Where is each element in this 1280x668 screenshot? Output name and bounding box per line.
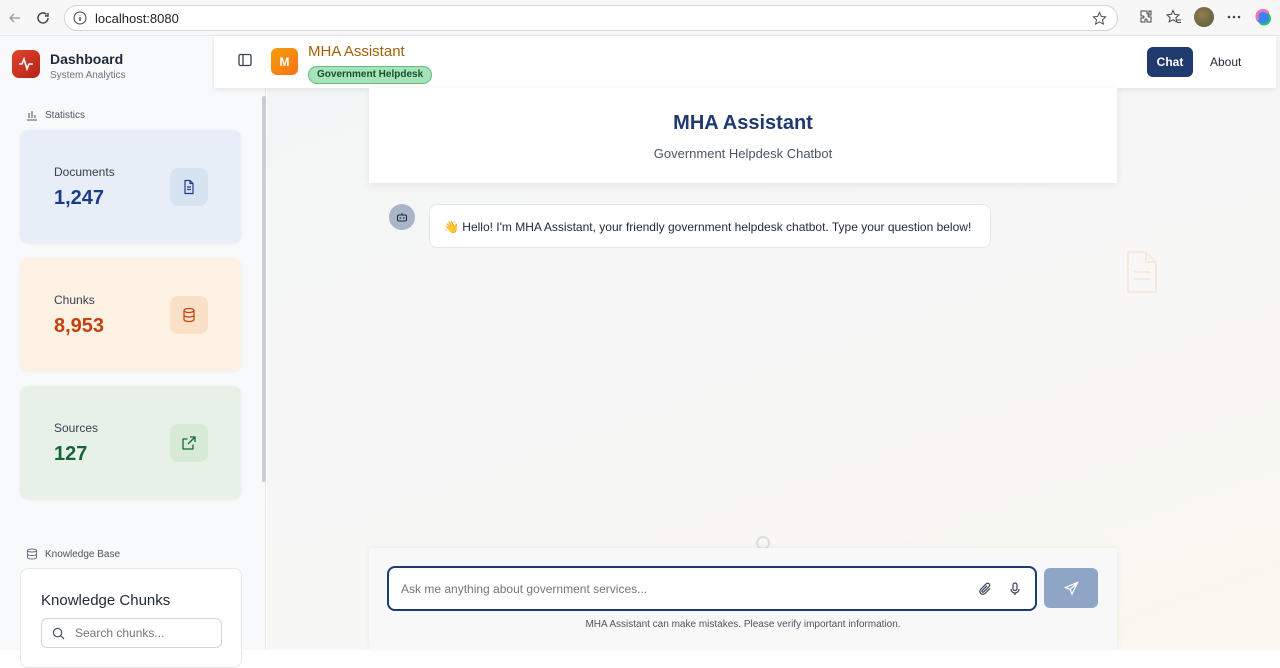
statistics-label: Statistics: [45, 109, 86, 121]
knowledge-base-heading: Knowledge Base: [26, 548, 120, 560]
url-text: localhost:8080: [95, 10, 179, 26]
more-options-icon[interactable]: [1226, 9, 1242, 25]
chat-title: MHA Assistant: [673, 112, 813, 134]
app-header: M MHA Assistant Government Helpdesk Chat…: [214, 36, 1276, 88]
knowledge-chunks-panel: Knowledge Chunks: [20, 568, 242, 668]
brand-title: Dashboard: [50, 51, 124, 67]
app-logo: M: [271, 48, 298, 75]
stat-value: 127: [54, 443, 88, 465]
app-title: MHA Assistant: [308, 43, 405, 60]
bot-message: 👋 Hello! I'm MHA Assistant, your friendl…: [429, 204, 991, 248]
back-icon[interactable]: [4, 7, 26, 29]
message-composer: MHA Assistant can make mistakes. Please …: [369, 548, 1117, 650]
statistics-heading: Statistics: [26, 109, 85, 121]
document-icon: [170, 168, 208, 206]
helpdesk-badge: Government Helpdesk: [308, 66, 433, 84]
sidebar-scrollbar[interactable]: [262, 96, 266, 482]
send-icon: [1063, 580, 1079, 596]
stat-value: 8,953: [54, 315, 105, 337]
chunk-search[interactable]: [41, 618, 222, 648]
decorative-document-icon: [1124, 250, 1160, 299]
browser-toolbar: localhost:8080: [0, 0, 1280, 36]
profile-avatar[interactable]: [1194, 7, 1214, 27]
bar-chart-icon: [27, 111, 37, 121]
message-input[interactable]: [401, 581, 961, 596]
chat-header-card: MHA Assistant Government Helpdesk Chatbo…: [369, 88, 1117, 183]
microphone-icon[interactable]: [1007, 581, 1023, 597]
knowledge-chunks-title: Knowledge Chunks: [41, 592, 171, 609]
search-chunks-input[interactable]: [75, 626, 205, 640]
reload-icon[interactable]: [32, 7, 54, 29]
brand[interactable]: Dashboard System Analytics: [12, 50, 126, 81]
message-input-wrapper[interactable]: [387, 566, 1037, 611]
activity-icon: [12, 50, 40, 78]
bot-avatar-icon: [389, 204, 415, 230]
stat-card-sources[interactable]: Sources 127: [20, 386, 241, 499]
disclaimer-text: MHA Assistant can make mistakes. Please …: [585, 619, 901, 630]
search-icon: [52, 627, 65, 639]
chat-subtitle: Government Helpdesk Chatbot: [653, 146, 833, 161]
info-icon: [73, 11, 87, 25]
about-nav-button[interactable]: About: [1204, 47, 1247, 77]
stat-label: Chunks: [54, 293, 95, 307]
stat-card-chunks[interactable]: Chunks 8,953: [20, 258, 241, 371]
knowledge-base-label: Knowledge Base: [45, 548, 121, 560]
database-small-icon: [27, 548, 37, 560]
favorite-star-icon[interactable]: [1092, 11, 1107, 26]
sidebar: Dashboard System Analytics Statistics Do…: [0, 36, 266, 668]
sidebar-toggle-icon[interactable]: [238, 53, 254, 69]
stat-label: Sources: [54, 421, 99, 435]
stat-value: 1,247: [54, 187, 105, 209]
chat-nav-button[interactable]: Chat: [1147, 47, 1193, 77]
send-button[interactable]: [1044, 568, 1098, 608]
attach-icon[interactable]: [977, 581, 993, 597]
favorites-icon[interactable]: [1166, 9, 1182, 25]
external-link-icon: [170, 424, 208, 462]
stat-label: Documents: [54, 165, 115, 179]
copilot-icon[interactable]: [1254, 8, 1272, 26]
database-icon: [170, 296, 208, 334]
stat-card-documents[interactable]: Documents 1,247: [20, 130, 241, 243]
address-bar[interactable]: localhost:8080: [64, 5, 1118, 31]
brand-subtitle: System Analytics: [50, 70, 126, 81]
extensions-icon[interactable]: [1138, 9, 1154, 25]
